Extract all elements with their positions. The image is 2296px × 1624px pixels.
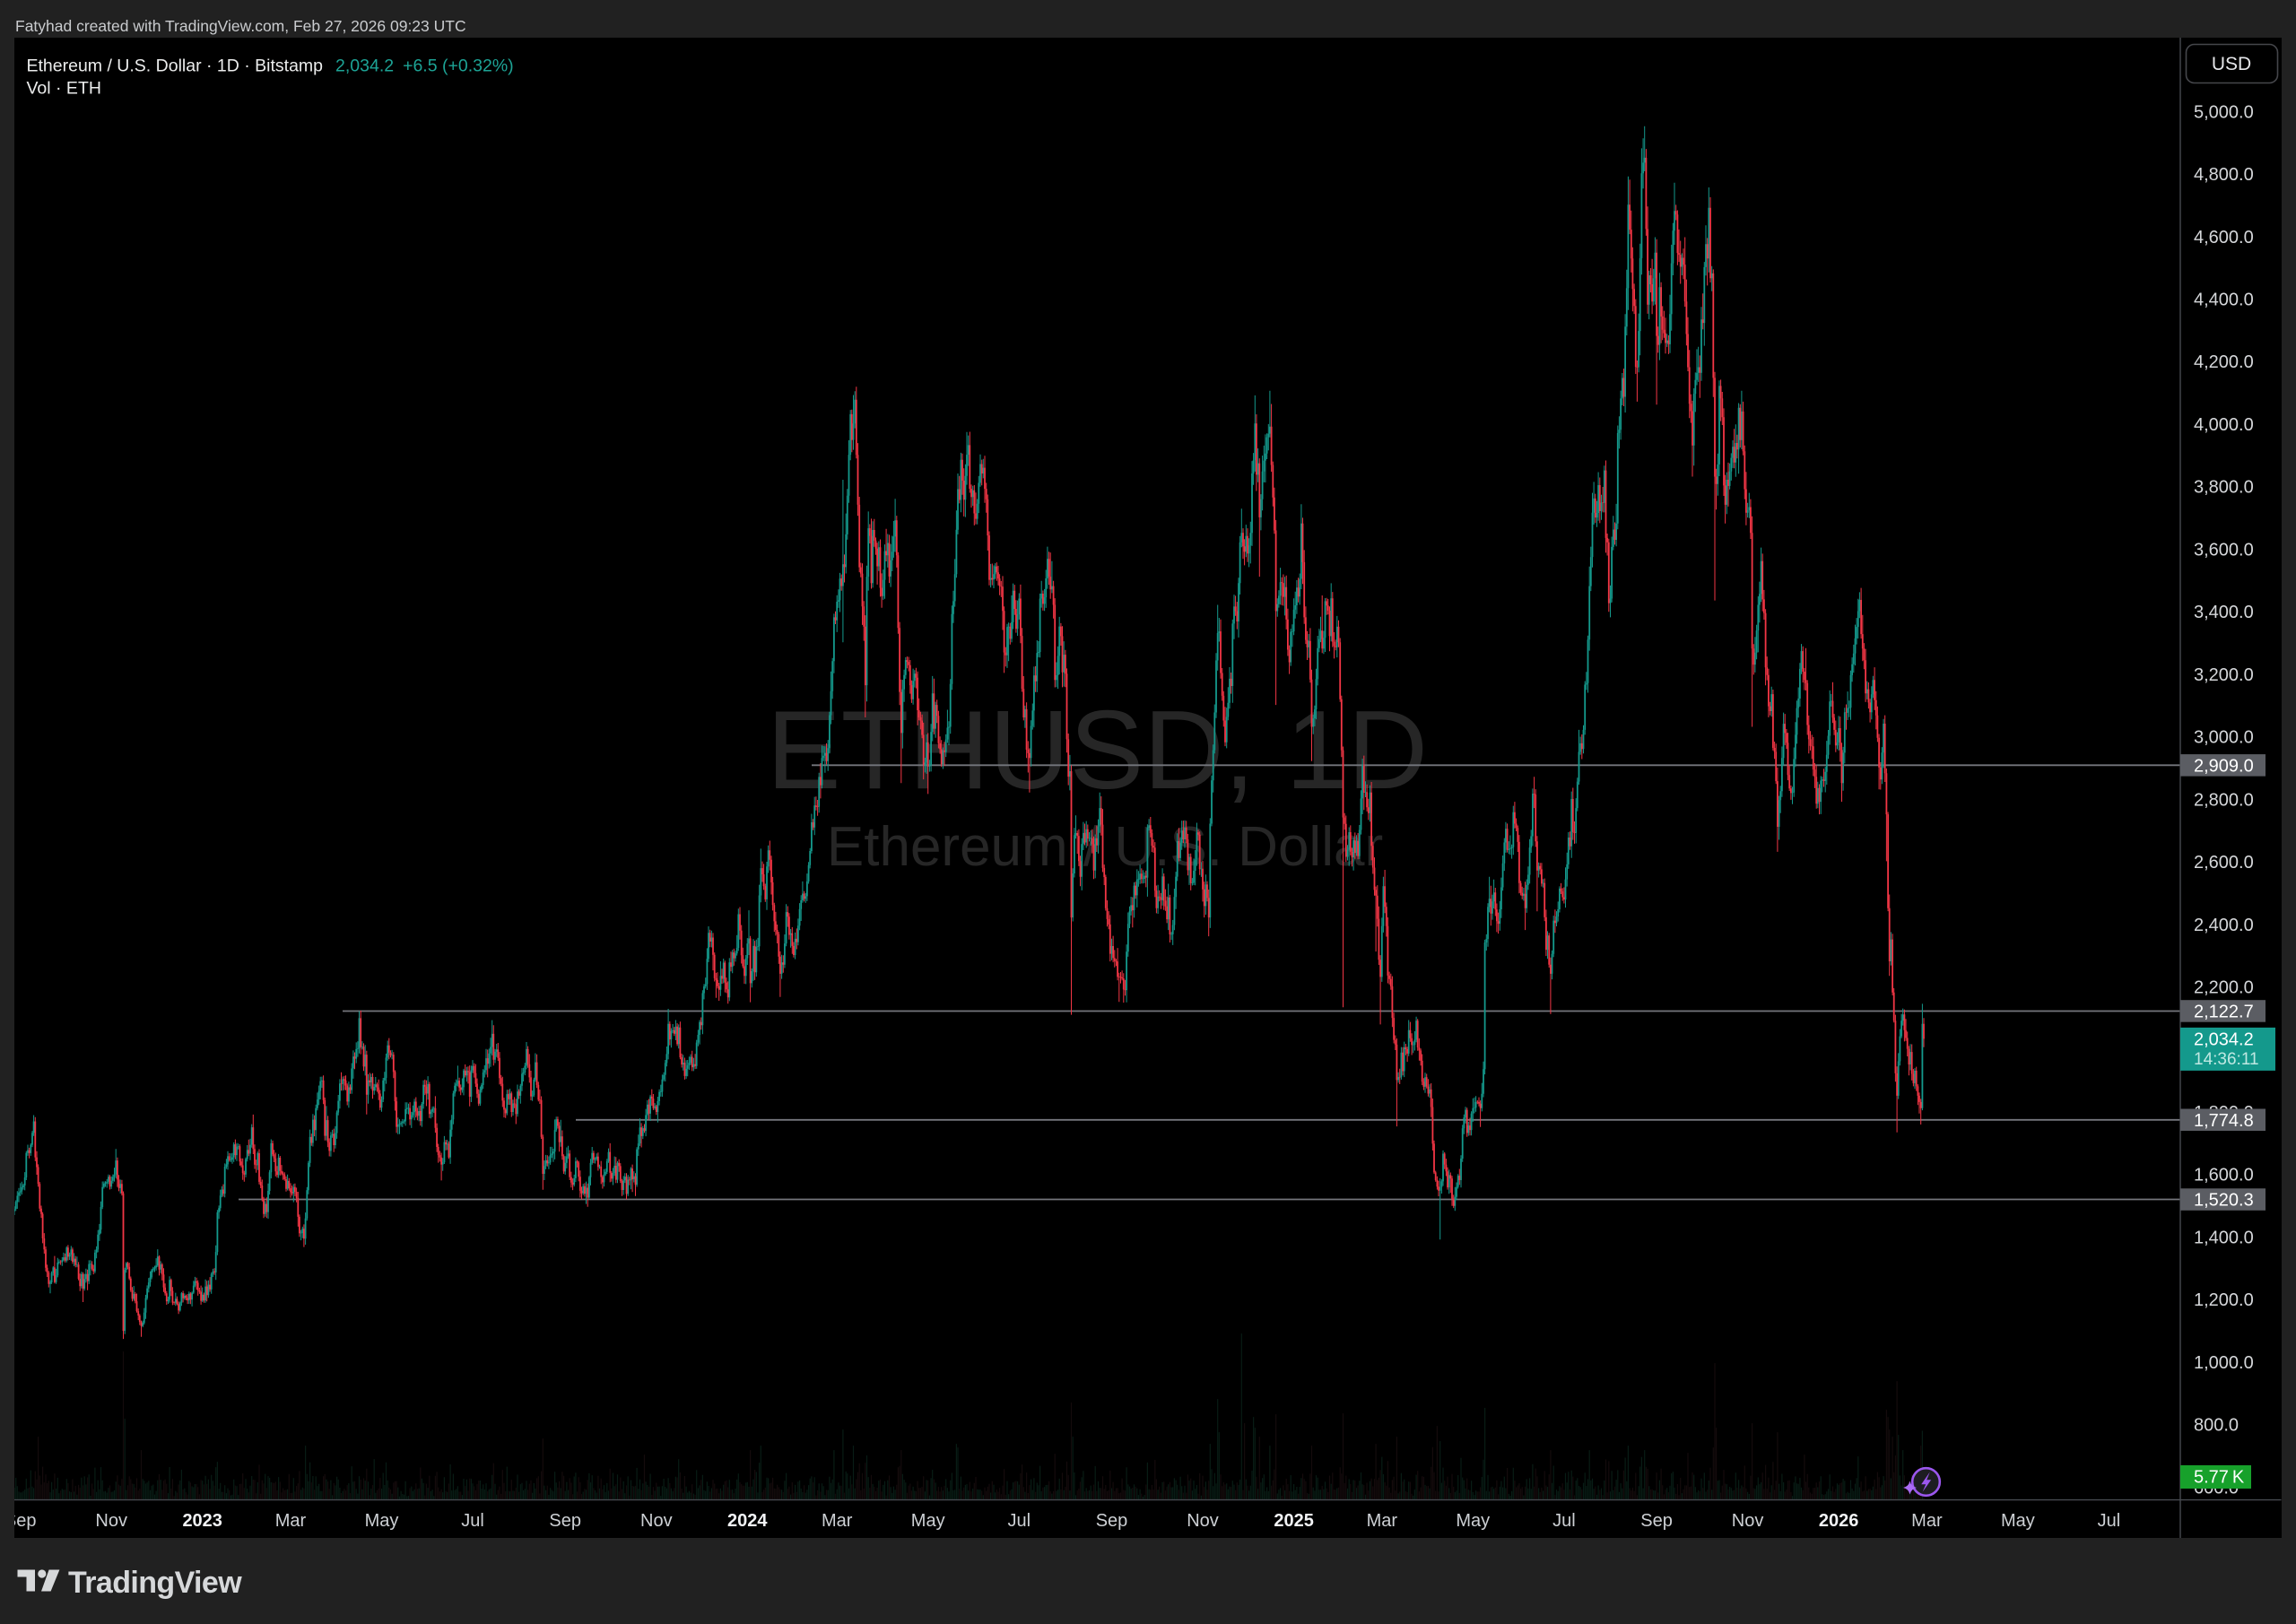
svg-text:2025: 2025: [1274, 1511, 1314, 1531]
svg-text:3,400.0: 3,400.0: [2194, 603, 2254, 622]
svg-text:Ethereum / U.S. Dollar · 1D ·: Ethereum / U.S. Dollar · 1D · Bitstamp2,…: [27, 56, 514, 76]
svg-text:4,000.0: 4,000.0: [2194, 415, 2254, 435]
svg-text:Sep: Sep: [1640, 1511, 1673, 1531]
svg-text:Sep: Sep: [549, 1511, 581, 1531]
svg-text:2,600.0: 2,600.0: [2194, 853, 2254, 873]
svg-text:3,600.0: 3,600.0: [2194, 540, 2254, 560]
svg-text:5.77 K: 5.77 K: [2194, 1468, 2245, 1488]
svg-text:May: May: [365, 1511, 399, 1531]
svg-text:TradingView: TradingView: [68, 1566, 242, 1600]
svg-text:3,000.0: 3,000.0: [2194, 728, 2254, 748]
svg-text:Nov: Nov: [95, 1511, 127, 1531]
svg-text:May: May: [1456, 1511, 1490, 1531]
svg-text:Mar: Mar: [822, 1511, 853, 1531]
svg-text:Nov: Nov: [1187, 1511, 1219, 1531]
svg-text:2,034.2: 2,034.2: [2194, 1029, 2254, 1049]
svg-text:2026: 2026: [1819, 1511, 1859, 1531]
svg-text:Jul: Jul: [1008, 1511, 1031, 1531]
svg-text:800.0: 800.0: [2194, 1416, 2239, 1436]
svg-text:2,122.7: 2,122.7: [2194, 1003, 2254, 1022]
svg-text:2,909.0: 2,909.0: [2194, 756, 2254, 776]
svg-text:Jul: Jul: [461, 1511, 484, 1531]
svg-text:Jul: Jul: [2098, 1511, 2121, 1531]
svg-text:1,520.3: 1,520.3: [2194, 1191, 2254, 1211]
svg-text:2,200.0: 2,200.0: [2194, 978, 2254, 998]
svg-text:Mar: Mar: [1911, 1511, 1943, 1531]
svg-text:2024: 2024: [727, 1511, 768, 1531]
svg-text:4,600.0: 4,600.0: [2194, 228, 2254, 248]
svg-text:3,200.0: 3,200.0: [2194, 665, 2254, 685]
svg-text:4,200.0: 4,200.0: [2194, 352, 2254, 372]
svg-text:Vol · ETH: Vol · ETH: [27, 79, 101, 99]
svg-text:Sep: Sep: [1096, 1511, 1128, 1531]
svg-text:14:36:11: 14:36:11: [2194, 1050, 2259, 1069]
svg-text:1,600.0: 1,600.0: [2194, 1166, 2254, 1185]
svg-text:2,800.0: 2,800.0: [2194, 790, 2254, 810]
svg-text:1,774.8: 1,774.8: [2194, 1111, 2254, 1131]
svg-text:USD: USD: [2212, 54, 2251, 74]
svg-text:Nov: Nov: [640, 1511, 673, 1531]
svg-text:1,200.0: 1,200.0: [2194, 1290, 2254, 1310]
svg-text:1,000.0: 1,000.0: [2194, 1353, 2254, 1373]
svg-text:May: May: [911, 1511, 945, 1531]
svg-text:2023: 2023: [182, 1511, 222, 1531]
svg-text:4,400.0: 4,400.0: [2194, 291, 2254, 310]
svg-text:2,400.0: 2,400.0: [2194, 916, 2254, 935]
svg-text:1,400.0: 1,400.0: [2194, 1229, 2254, 1248]
svg-text:Jul: Jul: [1552, 1511, 1576, 1531]
svg-text:3,800.0: 3,800.0: [2194, 478, 2254, 498]
svg-text:4,800.0: 4,800.0: [2194, 165, 2254, 185]
svg-text:5,000.0: 5,000.0: [2194, 102, 2254, 122]
svg-text:Mar: Mar: [275, 1511, 307, 1531]
svg-text:Sep: Sep: [14, 1511, 36, 1531]
svg-text:May: May: [2001, 1511, 2035, 1531]
svg-text:Mar: Mar: [1367, 1511, 1398, 1531]
svg-text:ETHUSD, 1D: ETHUSD, 1D: [767, 689, 1428, 812]
svg-text:Nov: Nov: [1732, 1511, 1764, 1531]
